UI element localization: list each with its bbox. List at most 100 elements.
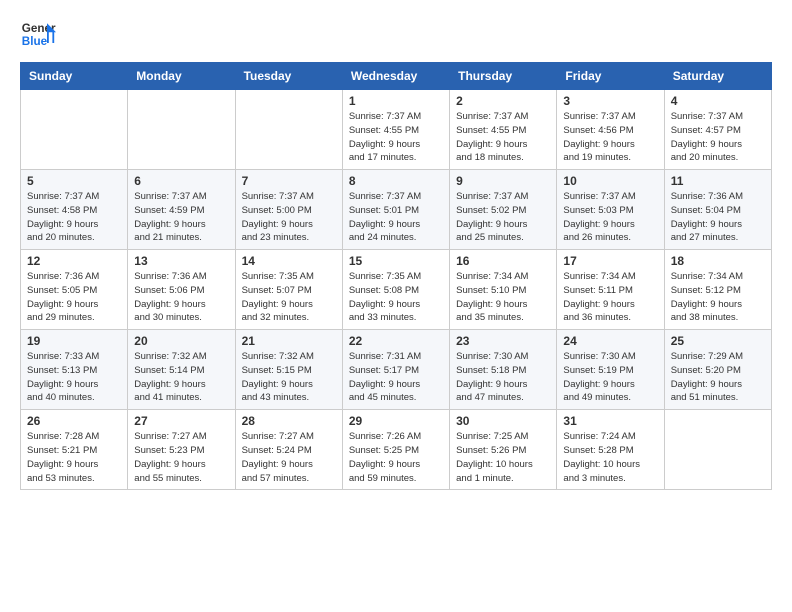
day-info: Sunrise: 7:27 AMSunset: 5:23 PMDaylight:…	[134, 430, 228, 485]
day-number: 25	[671, 334, 765, 348]
day-cell: 11 Sunrise: 7:36 AMSunset: 5:04 PMDayligh…	[664, 170, 771, 250]
day-info: Sunrise: 7:31 AMSunset: 5:17 PMDaylight:…	[349, 350, 443, 405]
day-info: Sunrise: 7:30 AMSunset: 5:19 PMDaylight:…	[563, 350, 657, 405]
day-cell: 17 Sunrise: 7:34 AMSunset: 5:11 PMDayligh…	[557, 250, 664, 330]
day-info: Sunrise: 7:24 AMSunset: 5:28 PMDaylight:…	[563, 430, 657, 485]
day-cell	[235, 90, 342, 170]
day-number: 19	[27, 334, 121, 348]
day-number: 16	[456, 254, 550, 268]
day-number: 18	[671, 254, 765, 268]
day-info: Sunrise: 7:30 AMSunset: 5:18 PMDaylight:…	[456, 350, 550, 405]
day-cell: 5 Sunrise: 7:37 AMSunset: 4:58 PMDaylight…	[21, 170, 128, 250]
weekday-header-tuesday: Tuesday	[235, 63, 342, 90]
day-info: Sunrise: 7:37 AMSunset: 5:03 PMDaylight:…	[563, 190, 657, 245]
day-number: 1	[349, 94, 443, 108]
weekday-header-saturday: Saturday	[664, 63, 771, 90]
day-number: 10	[563, 174, 657, 188]
day-info: Sunrise: 7:36 AMSunset: 5:05 PMDaylight:…	[27, 270, 121, 325]
day-cell: 31Sunrise: 7:24 AMSunset: 5:28 PMDayligh…	[557, 410, 664, 490]
weekday-header-sunday: Sunday	[21, 63, 128, 90]
day-number: 22	[349, 334, 443, 348]
day-number: 9	[456, 174, 550, 188]
day-info: Sunrise: 7:36 AMSunset: 5:06 PMDaylight:…	[134, 270, 228, 325]
day-number: 28	[242, 414, 336, 428]
day-cell: 22 Sunrise: 7:31 AMSunset: 5:17 PMDayligh…	[342, 330, 449, 410]
calendar-table: SundayMondayTuesdayWednesdayThursdayFrid…	[20, 62, 772, 490]
day-number: 30	[456, 414, 550, 428]
day-number: 12	[27, 254, 121, 268]
logo: General Blue	[20, 16, 60, 52]
day-cell: 1Sunrise: 7:37 AMSunset: 4:55 PMDaylight…	[342, 90, 449, 170]
weekday-header-row: SundayMondayTuesdayWednesdayThursdayFrid…	[21, 63, 772, 90]
header: General Blue	[20, 16, 772, 52]
day-cell: 25 Sunrise: 7:29 AMSunset: 5:20 PMDayligh…	[664, 330, 771, 410]
day-cell: 30 Sunrise: 7:25 AMSunset: 5:26 PMDayligh…	[450, 410, 557, 490]
day-cell: 7 Sunrise: 7:37 AMSunset: 5:00 PMDaylight…	[235, 170, 342, 250]
day-number: 13	[134, 254, 228, 268]
weekday-header-friday: Friday	[557, 63, 664, 90]
day-cell: 26 Sunrise: 7:28 AMSunset: 5:21 PMDayligh…	[21, 410, 128, 490]
day-number: 2	[456, 94, 550, 108]
day-cell: 10 Sunrise: 7:37 AMSunset: 5:03 PMDayligh…	[557, 170, 664, 250]
day-number: 11	[671, 174, 765, 188]
day-info: Sunrise: 7:37 AMSunset: 5:01 PMDaylight:…	[349, 190, 443, 245]
week-row-2: 5 Sunrise: 7:37 AMSunset: 4:58 PMDaylight…	[21, 170, 772, 250]
day-cell: 2 Sunrise: 7:37 AMSunset: 4:55 PMDaylight…	[450, 90, 557, 170]
weekday-header-thursday: Thursday	[450, 63, 557, 90]
day-number: 7	[242, 174, 336, 188]
day-info: Sunrise: 7:27 AMSunset: 5:24 PMDaylight:…	[242, 430, 336, 485]
weekday-header-wednesday: Wednesday	[342, 63, 449, 90]
day-number: 6	[134, 174, 228, 188]
day-cell: 6 Sunrise: 7:37 AMSunset: 4:59 PMDaylight…	[128, 170, 235, 250]
day-info: Sunrise: 7:34 AMSunset: 5:11 PMDaylight:…	[563, 270, 657, 325]
day-number: 17	[563, 254, 657, 268]
day-info: Sunrise: 7:37 AMSunset: 4:55 PMDaylight:…	[456, 110, 550, 165]
day-cell: 4 Sunrise: 7:37 AMSunset: 4:57 PMDaylight…	[664, 90, 771, 170]
day-info: Sunrise: 7:34 AMSunset: 5:12 PMDaylight:…	[671, 270, 765, 325]
day-cell	[664, 410, 771, 490]
day-info: Sunrise: 7:26 AMSunset: 5:25 PMDaylight:…	[349, 430, 443, 485]
day-info: Sunrise: 7:28 AMSunset: 5:21 PMDaylight:…	[27, 430, 121, 485]
day-info: Sunrise: 7:37 AMSunset: 4:58 PMDaylight:…	[27, 190, 121, 245]
day-cell: 12 Sunrise: 7:36 AMSunset: 5:05 PMDayligh…	[21, 250, 128, 330]
day-info: Sunrise: 7:35 AMSunset: 5:07 PMDaylight:…	[242, 270, 336, 325]
day-number: 24	[563, 334, 657, 348]
day-info: Sunrise: 7:32 AMSunset: 5:15 PMDaylight:…	[242, 350, 336, 405]
day-cell: 15Sunrise: 7:35 AMSunset: 5:08 PMDayligh…	[342, 250, 449, 330]
day-cell: 8 Sunrise: 7:37 AMSunset: 5:01 PMDaylight…	[342, 170, 449, 250]
day-number: 29	[349, 414, 443, 428]
day-cell: 27 Sunrise: 7:27 AMSunset: 5:23 PMDayligh…	[128, 410, 235, 490]
page: General Blue SundayMondayTuesdayWednesda…	[0, 0, 792, 510]
day-number: 14	[242, 254, 336, 268]
day-cell: 9 Sunrise: 7:37 AMSunset: 5:02 PMDaylight…	[450, 170, 557, 250]
day-info: Sunrise: 7:33 AMSunset: 5:13 PMDaylight:…	[27, 350, 121, 405]
day-cell: 14 Sunrise: 7:35 AMSunset: 5:07 PMDayligh…	[235, 250, 342, 330]
day-info: Sunrise: 7:32 AMSunset: 5:14 PMDaylight:…	[134, 350, 228, 405]
day-cell: 3 Sunrise: 7:37 AMSunset: 4:56 PMDaylight…	[557, 90, 664, 170]
day-cell: 29 Sunrise: 7:26 AMSunset: 5:25 PMDayligh…	[342, 410, 449, 490]
day-number: 23	[456, 334, 550, 348]
day-number: 27	[134, 414, 228, 428]
day-info: Sunrise: 7:37 AMSunset: 5:02 PMDaylight:…	[456, 190, 550, 245]
day-info: Sunrise: 7:37 AMSunset: 4:57 PMDaylight:…	[671, 110, 765, 165]
day-info: Sunrise: 7:37 AMSunset: 4:59 PMDaylight:…	[134, 190, 228, 245]
weekday-header-monday: Monday	[128, 63, 235, 90]
day-number: 5	[27, 174, 121, 188]
day-info: Sunrise: 7:25 AMSunset: 5:26 PMDaylight:…	[456, 430, 550, 485]
day-cell	[128, 90, 235, 170]
week-row-5: 26 Sunrise: 7:28 AMSunset: 5:21 PMDayligh…	[21, 410, 772, 490]
day-info: Sunrise: 7:37 AMSunset: 5:00 PMDaylight:…	[242, 190, 336, 245]
day-number: 26	[27, 414, 121, 428]
day-cell	[21, 90, 128, 170]
day-number: 3	[563, 94, 657, 108]
day-number: 20	[134, 334, 228, 348]
day-number: 8	[349, 174, 443, 188]
week-row-1: 1 Sunrise: 7:37 AMSunset: 4:55 PMDaylight…	[21, 90, 772, 170]
day-number: 15	[349, 254, 443, 268]
day-info: Sunrise: 7:29 AMSunset: 5:20 PMDaylight:…	[671, 350, 765, 405]
day-cell: 21Sunrise: 7:32 AMSunset: 5:15 PMDayligh…	[235, 330, 342, 410]
day-info: Sunrise: 7:34 AMSunset: 5:10 PMDaylight:…	[456, 270, 550, 325]
day-info: Sunrise: 7:36 AMSunset: 5:04 PMDaylight:…	[671, 190, 765, 245]
day-info: Sunrise: 7:37 AMSunset: 4:56 PMDaylight:…	[563, 110, 657, 165]
day-number: 4	[671, 94, 765, 108]
